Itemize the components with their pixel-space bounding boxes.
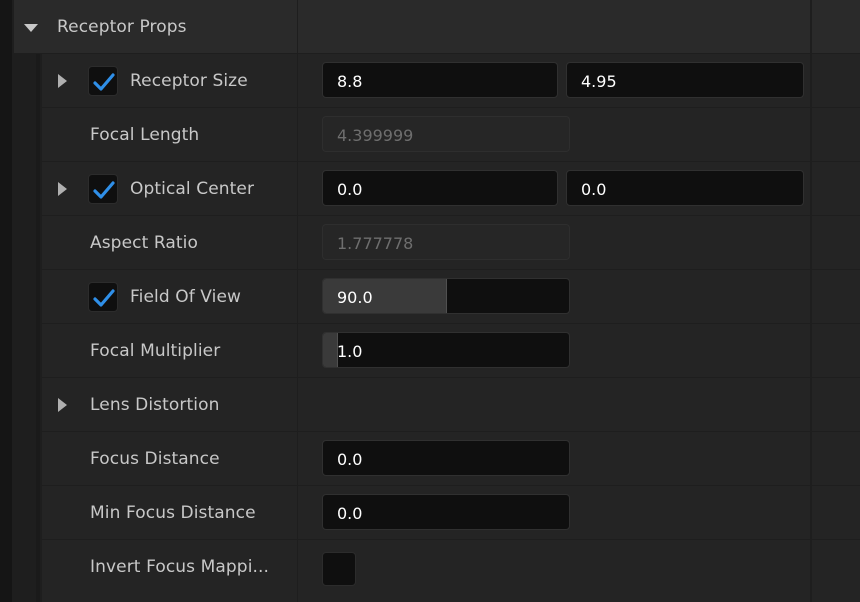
row-lens-distortion: Lens Distortion [0, 378, 860, 432]
receptor-size-override-checkbox[interactable] [88, 66, 118, 96]
focus-distance-value: 0.0 [337, 450, 363, 469]
focus-distance-field[interactable]: 0.0 [322, 440, 570, 476]
extra-cell [812, 54, 860, 107]
extra-cell [812, 486, 860, 539]
header-value-cell [298, 0, 810, 53]
slider-fill [323, 333, 338, 367]
extra-cell [812, 324, 860, 377]
field-of-view-override-checkbox[interactable] [88, 282, 118, 312]
min-focus-distance-field[interactable]: 0.0 [322, 494, 570, 530]
lens-distortion-label: Lens Distortion [90, 395, 220, 415]
aspect-ratio-label: Aspect Ratio [90, 233, 198, 253]
details-panel: Receptor Props Receptor Size 8.8 4.95 Fo… [0, 0, 860, 602]
row-optical-center: Optical Center 0.0 0.0 [0, 162, 860, 216]
checkmark-icon [93, 289, 115, 307]
name-cell: Min Focus Distance [42, 486, 297, 539]
value-cell: 4.399999 [298, 108, 810, 161]
extra-cell [812, 270, 860, 323]
header-label-cell: Receptor Props [14, 0, 297, 53]
name-cell: Field Of View [42, 270, 297, 323]
name-cell: Aspect Ratio [42, 216, 297, 269]
name-cell: Lens Distortion [42, 378, 297, 431]
extra-cell [812, 108, 860, 161]
indent-guide [36, 54, 40, 602]
receptor-size-x-value: 8.8 [337, 72, 363, 91]
optical-center-label: Optical Center [130, 179, 255, 199]
expand-arrow-icon[interactable] [58, 182, 67, 196]
expand-arrow-icon[interactable] [58, 74, 67, 88]
name-cell: Focal Multiplier [42, 324, 297, 377]
row-focal-multiplier: Focal Multiplier 1.0 [0, 324, 860, 378]
extra-cell [812, 216, 860, 269]
focal-length-label: Focal Length [90, 125, 200, 145]
invert-focus-mapping-label: Invert Focus Mappi... [90, 557, 270, 577]
min-focus-distance-value: 0.0 [337, 504, 363, 523]
invert-focus-mapping-checkbox[interactable] [322, 552, 356, 586]
row-focal-length: Focal Length 4.399999 [0, 108, 860, 162]
focal-length-field: 4.399999 [322, 116, 570, 152]
value-cell: 1.0 [298, 324, 810, 377]
receptor-size-label: Receptor Size [130, 71, 248, 91]
row-aspect-ratio: Aspect Ratio 1.777778 [0, 216, 860, 270]
focal-multiplier-value: 1.0 [337, 342, 363, 361]
extra-cell [812, 432, 860, 485]
field-of-view-value: 90.0 [337, 288, 373, 307]
extra-cell [812, 540, 860, 602]
section-title: Receptor Props [57, 17, 187, 37]
checkmark-icon [93, 181, 115, 199]
aspect-ratio-value: 1.777778 [337, 234, 414, 253]
header-extra-cell [812, 0, 860, 53]
expand-arrow-icon[interactable] [58, 398, 67, 412]
field-of-view-label: Field Of View [130, 287, 242, 307]
field-of-view-slider[interactable]: 90.0 [322, 278, 570, 314]
extra-cell [812, 162, 860, 215]
optical-center-y-value: 0.0 [581, 180, 607, 199]
value-cell: 90.0 [298, 270, 810, 323]
receptor-size-x-field[interactable]: 8.8 [322, 62, 558, 98]
collapse-arrow-icon[interactable] [24, 24, 38, 32]
min-focus-distance-label: Min Focus Distance [90, 503, 256, 523]
value-cell: 8.8 4.95 [298, 54, 810, 107]
aspect-ratio-field: 1.777778 [322, 224, 570, 260]
value-cell [298, 540, 810, 602]
name-cell: Focus Distance [42, 432, 297, 485]
optical-center-override-checkbox[interactable] [88, 174, 118, 204]
checkmark-icon [93, 73, 115, 91]
name-cell: Focal Length [42, 108, 297, 161]
section-header-receptor-props[interactable]: Receptor Props [0, 0, 860, 54]
value-cell: 0.0 [298, 486, 810, 539]
name-cell: Optical Center [42, 162, 297, 215]
row-field-of-view: Field Of View 90.0 [0, 270, 860, 324]
focus-distance-label: Focus Distance [90, 449, 220, 469]
focal-multiplier-slider[interactable]: 1.0 [322, 332, 570, 368]
row-focus-distance: Focus Distance 0.0 [0, 432, 860, 486]
extra-cell [812, 378, 860, 431]
focal-length-value: 4.399999 [337, 126, 414, 145]
optical-center-x-value: 0.0 [337, 180, 363, 199]
row-invert-focus-mapping: Invert Focus Mappi... [0, 540, 860, 602]
row-receptor-size: Receptor Size 8.8 4.95 [0, 54, 860, 108]
optical-center-x-field[interactable]: 0.0 [322, 170, 558, 206]
value-cell: 1.777778 [298, 216, 810, 269]
name-cell: Invert Focus Mappi... [42, 540, 297, 602]
value-cell [298, 378, 810, 431]
value-cell: 0.0 0.0 [298, 162, 810, 215]
focal-multiplier-label: Focal Multiplier [90, 341, 221, 361]
optical-center-y-field[interactable]: 0.0 [566, 170, 804, 206]
receptor-size-y-value: 4.95 [581, 72, 617, 91]
receptor-size-y-field[interactable]: 4.95 [566, 62, 804, 98]
row-min-focus-distance: Min Focus Distance 0.0 [0, 486, 860, 540]
value-cell: 0.0 [298, 432, 810, 485]
name-cell: Receptor Size [42, 54, 297, 107]
